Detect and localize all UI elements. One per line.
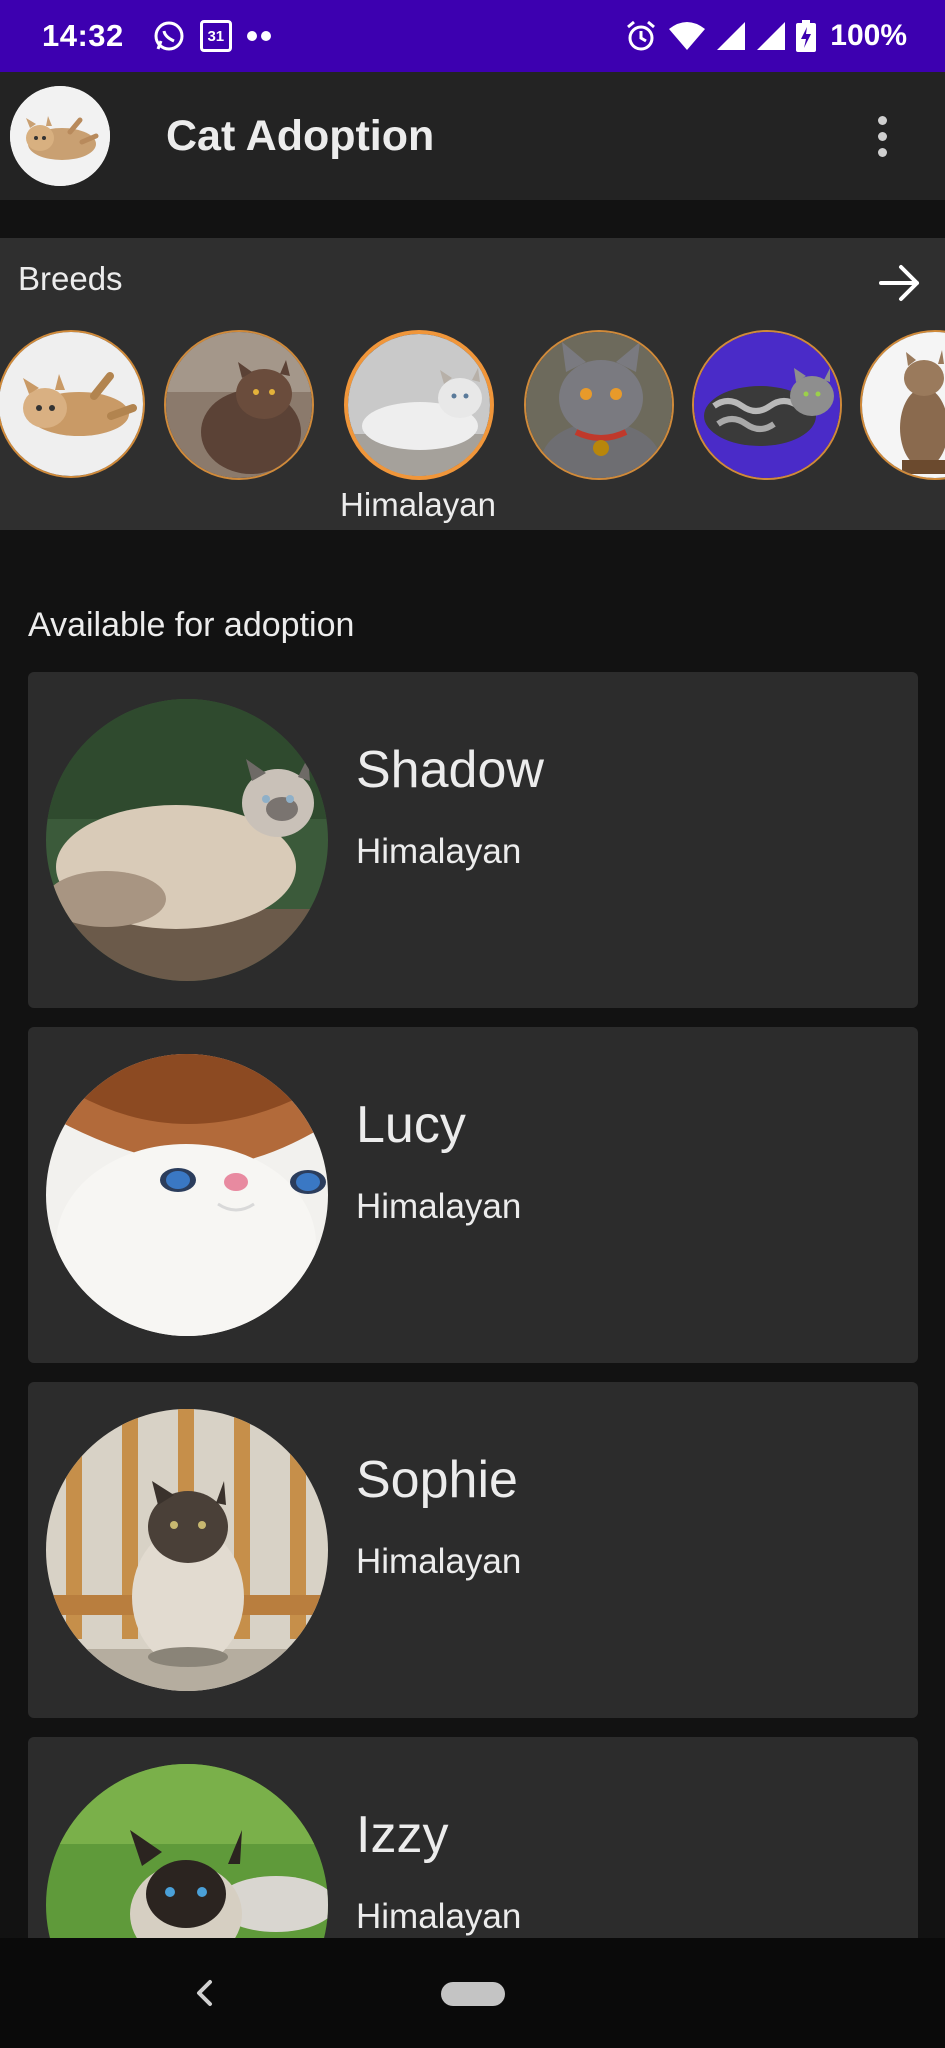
status-time: 14:32 bbox=[42, 18, 124, 53]
breed-item[interactable] bbox=[524, 330, 674, 480]
cat-breed: Himalayan bbox=[356, 832, 522, 871]
cat-name: Lucy bbox=[356, 1096, 466, 1154]
grey-cat-with-bell-photo bbox=[526, 332, 672, 478]
cat-breed: Himalayan bbox=[356, 1897, 522, 1936]
cat-name: Sophie bbox=[356, 1451, 518, 1509]
breed-item[interactable] bbox=[692, 330, 842, 480]
cat-name: Shadow bbox=[356, 741, 544, 799]
long-haired-brown-cat-photo bbox=[166, 332, 312, 478]
menu-dot bbox=[878, 131, 887, 141]
tabby-cat-sitting-photo bbox=[862, 332, 945, 478]
screen: 14:32 31 100% Cat Adoption Breeds Himala… bbox=[0, 0, 945, 2048]
tabby-cat-lying-photo bbox=[0, 332, 143, 476]
calendar-day: 31 bbox=[207, 27, 225, 45]
breeds-title: Breeds bbox=[18, 260, 123, 297]
overflow-menu-icon[interactable] bbox=[870, 106, 895, 167]
breed-item[interactable] bbox=[164, 330, 314, 480]
cat-card[interactable]: Sophie Himalayan bbox=[28, 1382, 918, 1718]
cat-name: Izzy bbox=[356, 1806, 449, 1864]
selected-breed-label: Himalayan bbox=[340, 486, 496, 523]
breed-item-selected[interactable] bbox=[344, 330, 494, 480]
available-title: Available for adoption bbox=[28, 606, 355, 644]
cat-photo bbox=[46, 1409, 328, 1691]
cat-card[interactable]: Lucy Himalayan bbox=[28, 1027, 918, 1363]
notification-icons: 31 bbox=[152, 19, 272, 53]
breeds-panel: Breeds Himalayan bbox=[0, 238, 945, 530]
app-bar: Cat Adoption bbox=[0, 72, 945, 200]
cat-breed: Himalayan bbox=[356, 1542, 522, 1581]
cat-logo[interactable] bbox=[10, 86, 110, 186]
silver-tabby-cat-photo bbox=[694, 332, 840, 478]
whatsapp-icon bbox=[154, 21, 184, 51]
menu-dot bbox=[878, 147, 887, 157]
alarm-icon bbox=[627, 20, 656, 51]
calendar-icon: 31 bbox=[199, 20, 232, 52]
cat-photo bbox=[46, 1054, 328, 1336]
cat-logo-image bbox=[10, 86, 110, 186]
more-notifications-icon bbox=[246, 31, 271, 41]
status-bar: 14:32 31 100% bbox=[0, 0, 945, 72]
sophie-photo bbox=[46, 1409, 328, 1691]
cat-photo bbox=[46, 699, 328, 981]
cat-card[interactable]: Shadow Himalayan bbox=[28, 672, 918, 1008]
breed-item[interactable] bbox=[860, 330, 945, 480]
shadow-photo bbox=[46, 699, 328, 981]
system-navigation-bar bbox=[0, 1938, 945, 2048]
home-pill[interactable] bbox=[441, 1982, 505, 2006]
signal-icon bbox=[717, 22, 746, 50]
himalayan-white-cat-photo bbox=[348, 334, 490, 476]
battery-charging-icon bbox=[796, 20, 817, 52]
wifi-icon bbox=[669, 22, 706, 50]
breed-item[interactable] bbox=[0, 330, 145, 478]
menu-dot bbox=[878, 115, 887, 125]
lucy-photo bbox=[46, 1054, 328, 1336]
battery-percent: 100% bbox=[830, 19, 907, 52]
system-icons: 100% bbox=[624, 19, 907, 53]
back-icon[interactable] bbox=[180, 1968, 230, 2018]
arrow-right-icon[interactable] bbox=[875, 258, 925, 308]
cat-breed: Himalayan bbox=[356, 1187, 522, 1226]
signal-icon bbox=[757, 22, 786, 50]
app-title: Cat Adoption bbox=[166, 111, 435, 160]
